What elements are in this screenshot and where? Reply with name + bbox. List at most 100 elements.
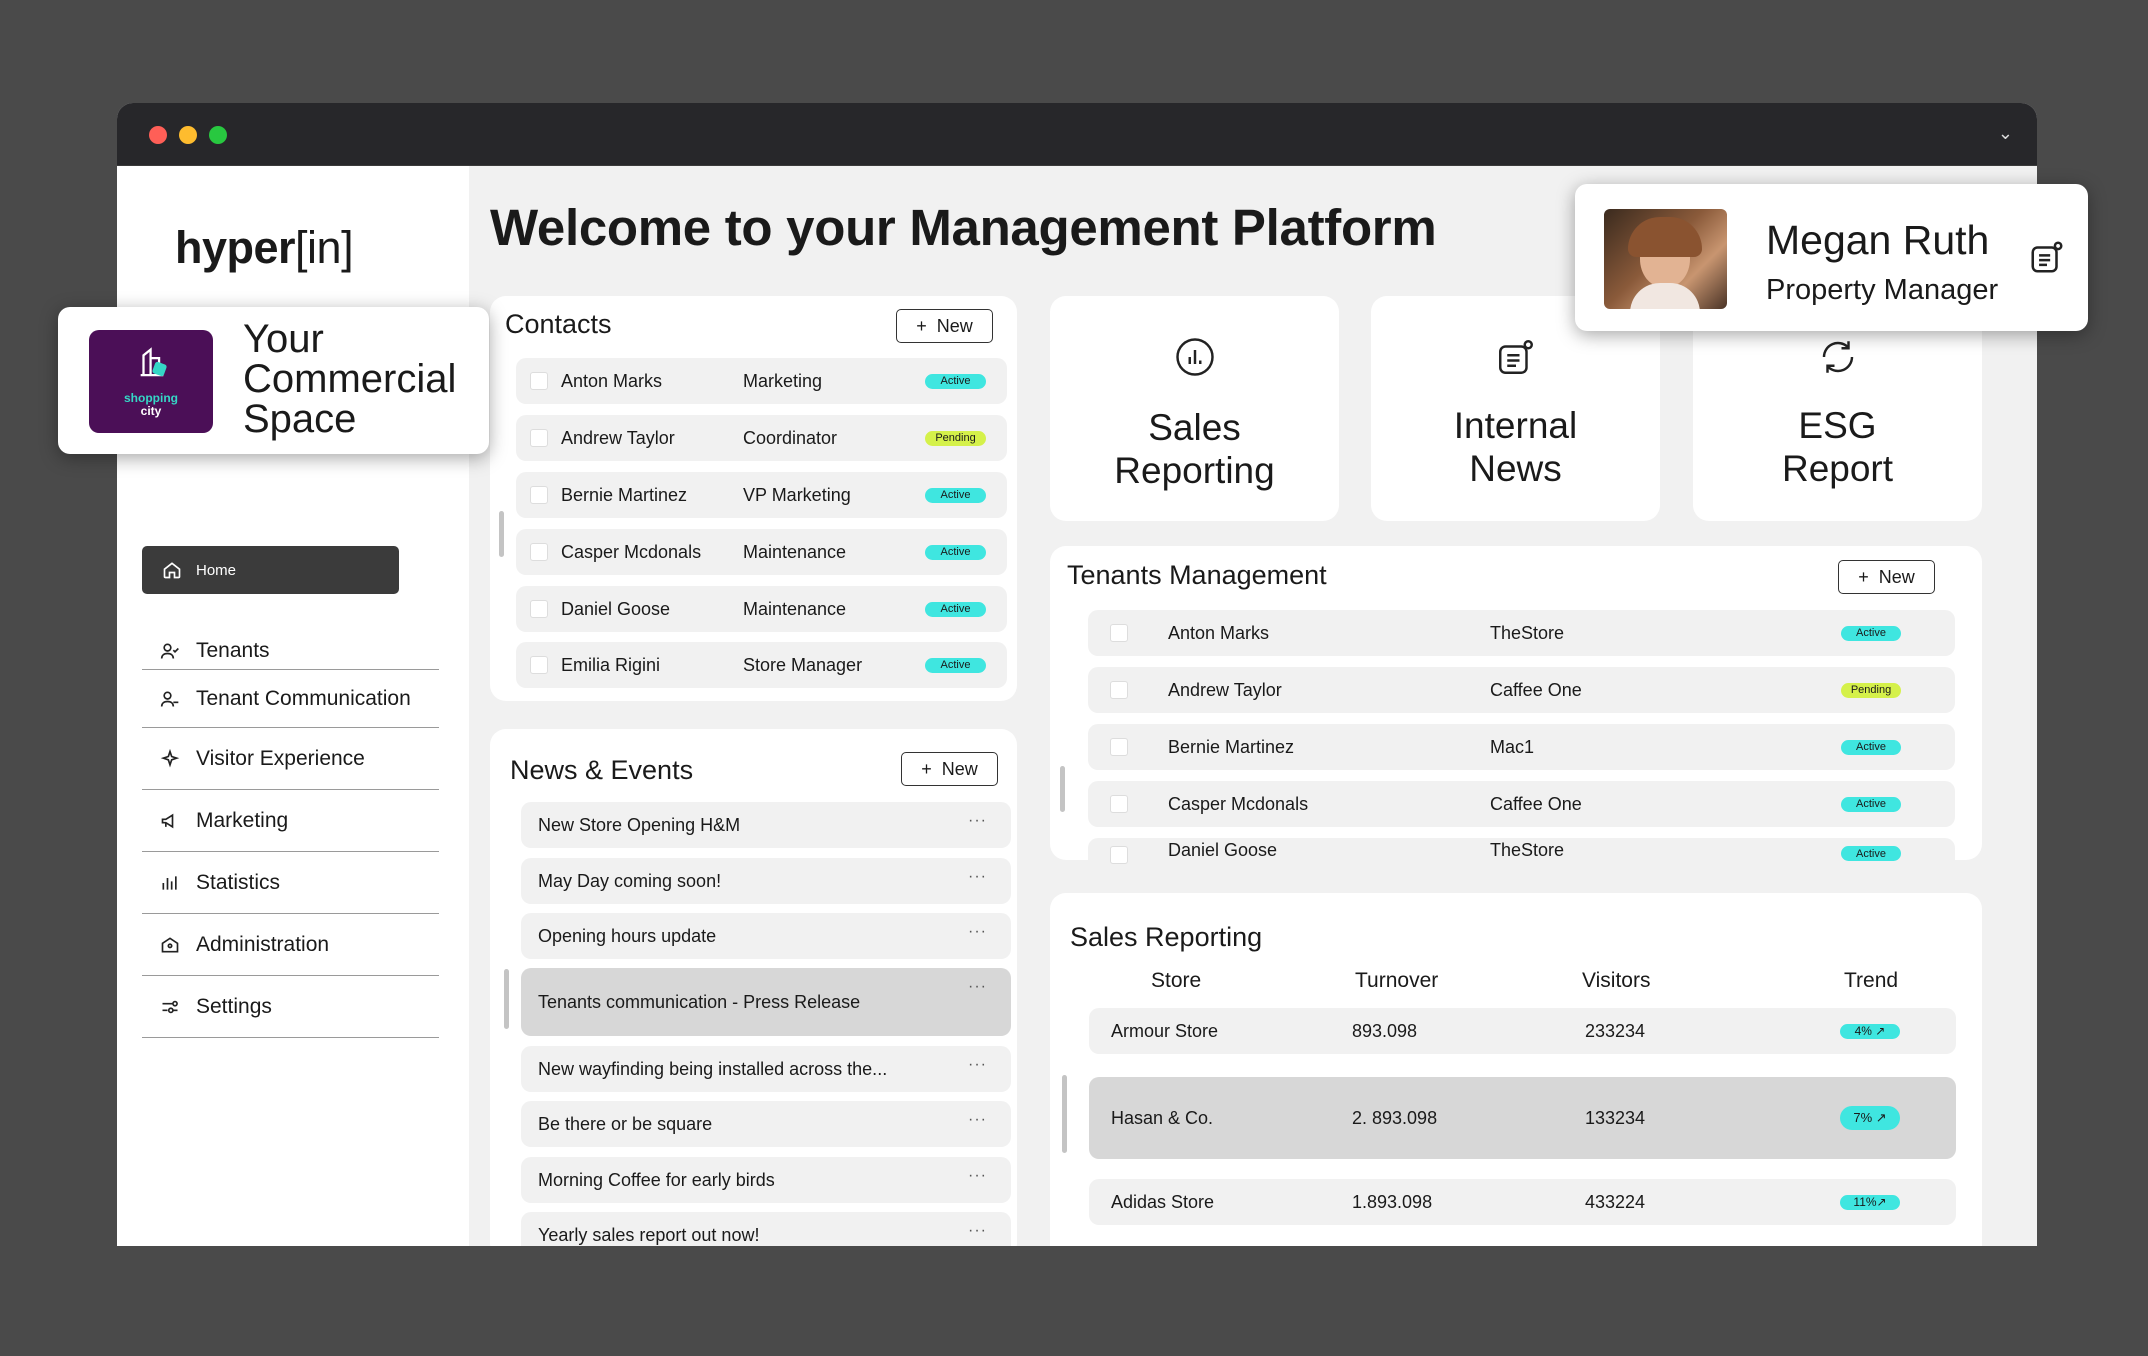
tenant-row[interactable]: Andrew Taylor Caffee One Pending bbox=[1088, 667, 1955, 713]
contacts-scrollbar[interactable] bbox=[499, 511, 504, 557]
avatar[interactable] bbox=[1604, 209, 1727, 309]
sidebar-item-statistics[interactable]: Statistics bbox=[142, 852, 439, 914]
profile-card-icon[interactable] bbox=[2028, 238, 2066, 276]
megaphone-icon bbox=[161, 813, 174, 828]
contacts-new-button[interactable]: + New bbox=[896, 309, 993, 343]
tenants-scrollbar[interactable] bbox=[1060, 766, 1065, 812]
contact-row[interactable]: Casper Mcdonals Maintenance Active bbox=[516, 529, 1007, 575]
profile-role: Property Manager bbox=[1766, 274, 1999, 306]
sidebar-item-visitor-experience[interactable]: Visitor Experience bbox=[142, 728, 439, 790]
status-badge: Active bbox=[925, 487, 986, 503]
row-checkbox[interactable] bbox=[1110, 681, 1128, 699]
news-item-title: May Day coming soon! bbox=[538, 870, 722, 891]
sidebar-item-tenants[interactable]: Tenants bbox=[142, 632, 439, 670]
news-item[interactable]: Morning Coffee for early birds ··· bbox=[521, 1157, 1011, 1203]
users-icon bbox=[160, 643, 179, 659]
news-item-title: Be there or be square bbox=[538, 1113, 713, 1134]
logo-main: hyper bbox=[175, 222, 296, 273]
chevron-down-icon[interactable]: ⌄ bbox=[1998, 123, 2013, 144]
status-badge: Active bbox=[1841, 846, 1901, 861]
contact-row[interactable]: Bernie Martinez VP Marketing Active bbox=[516, 472, 1007, 518]
minimize-window-button[interactable] bbox=[179, 126, 197, 144]
contact-row[interactable]: Andrew Taylor Coordinator Pending bbox=[516, 415, 1007, 461]
contact-row[interactable]: Anton Marks Marketing Active bbox=[516, 358, 1007, 404]
news-card: News & Events + New New Store Opening H&M… bbox=[490, 729, 1017, 1246]
page-title: Welcome to your Management Platform bbox=[490, 199, 1437, 256]
news-item-selected[interactable]: Tenants communication - Press Release ··· bbox=[521, 968, 1011, 1036]
tenant-row[interactable]: Daniel Goose TheStore Active bbox=[1088, 838, 1955, 864]
row-checkbox[interactable] bbox=[530, 372, 548, 390]
sales-scrollbar[interactable] bbox=[1062, 1075, 1067, 1153]
tile-line1: Internal bbox=[1453, 405, 1578, 446]
news-new-button[interactable]: + New bbox=[901, 752, 998, 786]
row-checkbox[interactable] bbox=[1110, 846, 1128, 864]
news-scrollbar[interactable] bbox=[504, 969, 509, 1029]
more-options-icon[interactable]: ··· bbox=[968, 1111, 987, 1129]
more-options-icon[interactable]: ··· bbox=[968, 1167, 987, 1185]
more-options-icon[interactable]: ··· bbox=[968, 868, 987, 886]
news-item-title: Yearly sales report out now! bbox=[538, 1224, 760, 1245]
close-window-button[interactable] bbox=[149, 126, 167, 144]
contact-row[interactable]: Daniel Goose Maintenance Active bbox=[516, 586, 1007, 632]
sidebar-item-marketing[interactable]: Marketing bbox=[142, 790, 439, 852]
logo-bracket: [in] bbox=[295, 222, 354, 273]
sidebar-item-label: Home bbox=[196, 561, 237, 579]
tenant-store: TheStore bbox=[1490, 840, 1565, 860]
maximize-window-button[interactable] bbox=[209, 126, 227, 144]
trend-badge: 4% ↗ bbox=[1840, 1023, 1900, 1039]
row-checkbox[interactable] bbox=[530, 543, 548, 561]
news-item[interactable]: Be there or be square ··· bbox=[521, 1101, 1011, 1147]
row-checkbox[interactable] bbox=[1110, 738, 1128, 756]
row-checkbox[interactable] bbox=[530, 656, 548, 674]
more-options-icon[interactable]: ··· bbox=[968, 978, 987, 996]
contact-name: Emilia Rigini bbox=[561, 654, 661, 675]
tenant-row[interactable]: Casper Mcdonals Caffee One Active bbox=[1088, 781, 1955, 827]
row-checkbox[interactable] bbox=[530, 486, 548, 504]
contact-role: Marketing bbox=[743, 370, 823, 391]
news-title: News & Events bbox=[510, 755, 694, 785]
row-checkbox[interactable] bbox=[1110, 624, 1128, 642]
tenant-row[interactable]: Bernie Martinez Mac1 Active bbox=[1088, 724, 1955, 770]
sidebar-item-label: Settings bbox=[196, 994, 272, 1018]
row-checkbox[interactable] bbox=[530, 600, 548, 618]
row-checkbox[interactable] bbox=[1110, 795, 1128, 813]
news-item[interactable]: New Store Opening H&M ··· bbox=[521, 802, 1011, 848]
tile-sales-reporting[interactable]: Sales Reporting bbox=[1050, 296, 1339, 521]
news-item[interactable]: May Day coming soon! ··· bbox=[521, 858, 1011, 904]
sales-card: Sales Reporting Store Turnover Visitors … bbox=[1050, 893, 1982, 1246]
status-badge: Active bbox=[925, 601, 986, 617]
turnover-value: 893.098 bbox=[1352, 1020, 1418, 1041]
tenant-store: TheStore bbox=[1490, 622, 1565, 643]
sidebar-item-home[interactable]: Home bbox=[142, 546, 399, 594]
sidebar-item-settings[interactable]: Settings bbox=[142, 976, 439, 1038]
contact-role: Maintenance bbox=[743, 541, 847, 562]
contact-name: Andrew Taylor bbox=[561, 427, 675, 448]
sidebar-item-administration[interactable]: Administration bbox=[142, 914, 439, 976]
building-icon bbox=[161, 936, 179, 952]
row-checkbox[interactable] bbox=[530, 429, 548, 447]
table-row-selected[interactable]: Hasan & Co. 2. 893.098 133234 7% ↗ bbox=[1089, 1077, 1956, 1159]
column-header-store: Store bbox=[1151, 969, 1202, 992]
tile-line1: Sales bbox=[1148, 407, 1241, 448]
status-badge: Active bbox=[1841, 796, 1901, 812]
more-options-icon[interactable]: ··· bbox=[968, 923, 987, 941]
news-item[interactable]: New wayfinding being installed across th… bbox=[521, 1046, 1011, 1092]
news-item-title: New wayfinding being installed across th… bbox=[538, 1058, 888, 1079]
more-options-icon[interactable]: ··· bbox=[968, 1222, 987, 1240]
contact-row[interactable]: Emilia Rigini Store Manager Active bbox=[516, 642, 1007, 688]
store-name: Adidas Store bbox=[1111, 1191, 1215, 1212]
news-item[interactable]: Yearly sales report out now! ··· bbox=[521, 1212, 1011, 1246]
contact-role: Coordinator bbox=[743, 427, 838, 448]
news-item[interactable]: Opening hours update ··· bbox=[521, 913, 1011, 959]
more-options-icon[interactable]: ··· bbox=[968, 1056, 987, 1074]
tenant-name: Andrew Taylor bbox=[1168, 679, 1282, 700]
status-badge: Pending bbox=[1841, 682, 1901, 698]
tenants-new-button[interactable]: + New bbox=[1838, 560, 1935, 594]
more-options-icon[interactable]: ··· bbox=[968, 812, 987, 830]
sidebar-item-tenant-communication[interactable]: Tenant Communication bbox=[142, 670, 439, 728]
logo-line2: city bbox=[140, 404, 162, 418]
table-row[interactable]: Adidas Store 1.893.098 433224 11%↗ bbox=[1089, 1179, 1956, 1225]
news-item-title: Tenants communication - Press Release bbox=[538, 991, 861, 1012]
tenant-row[interactable]: Anton Marks TheStore Active bbox=[1088, 610, 1955, 656]
table-row[interactable]: Armour Store 893.098 233234 4% ↗ bbox=[1089, 1008, 1956, 1054]
